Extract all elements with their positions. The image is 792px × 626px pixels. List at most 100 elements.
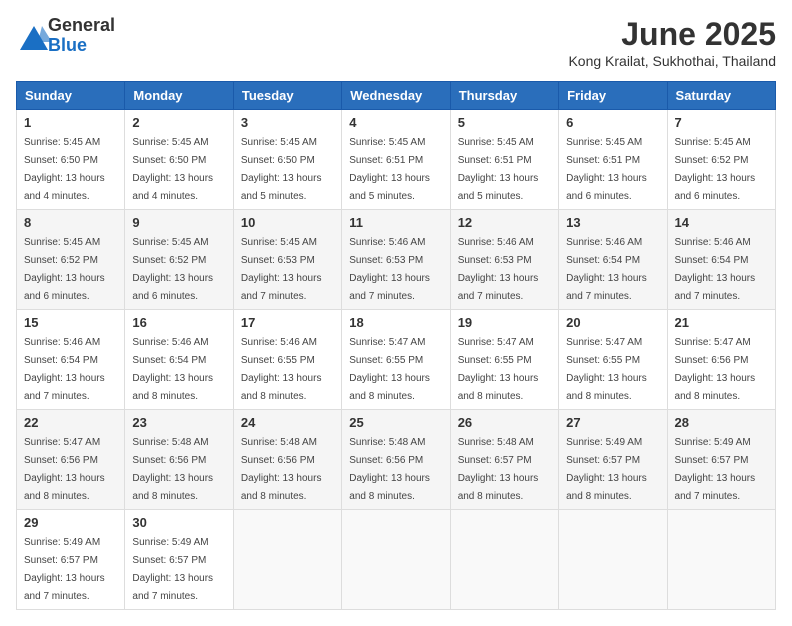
table-row: 20 Sunrise: 5:47 AMSunset: 6:55 PMDaylig… [559, 310, 667, 410]
day-number: 20 [566, 315, 659, 330]
day-number: 7 [675, 115, 768, 130]
col-tuesday: Tuesday [233, 82, 341, 110]
day-number: 11 [349, 215, 442, 230]
table-row: 12 Sunrise: 5:46 AMSunset: 6:53 PMDaylig… [450, 210, 558, 310]
logo: General Blue [16, 16, 115, 56]
table-row: 21 Sunrise: 5:47 AMSunset: 6:56 PMDaylig… [667, 310, 775, 410]
day-info: Sunrise: 5:46 AMSunset: 6:53 PMDaylight:… [458, 237, 539, 302]
day-number: 9 [132, 215, 225, 230]
col-monday: Monday [125, 82, 233, 110]
day-number: 22 [24, 415, 117, 430]
col-sunday: Sunday [17, 82, 125, 110]
table-row: 28 Sunrise: 5:49 AMSunset: 6:57 PMDaylig… [667, 410, 775, 510]
col-friday: Friday [559, 82, 667, 110]
day-number: 28 [675, 415, 768, 430]
table-row: 17 Sunrise: 5:46 AMSunset: 6:55 PMDaylig… [233, 310, 341, 410]
day-info: Sunrise: 5:49 AMSunset: 6:57 PMDaylight:… [132, 537, 213, 602]
day-info: Sunrise: 5:47 AMSunset: 6:56 PMDaylight:… [24, 437, 105, 502]
table-row: 18 Sunrise: 5:47 AMSunset: 6:55 PMDaylig… [342, 310, 450, 410]
location-title: Kong Krailat, Sukhothai, Thailand [568, 53, 776, 69]
day-info: Sunrise: 5:45 AMSunset: 6:51 PMDaylight:… [566, 137, 647, 202]
calendar-week-3: 15 Sunrise: 5:46 AMSunset: 6:54 PMDaylig… [17, 310, 776, 410]
table-row: 14 Sunrise: 5:46 AMSunset: 6:54 PMDaylig… [667, 210, 775, 310]
day-info: Sunrise: 5:48 AMSunset: 6:57 PMDaylight:… [458, 437, 539, 502]
day-number: 14 [675, 215, 768, 230]
day-info: Sunrise: 5:46 AMSunset: 6:54 PMDaylight:… [566, 237, 647, 302]
day-number: 19 [458, 315, 551, 330]
table-row [559, 510, 667, 610]
day-info: Sunrise: 5:45 AMSunset: 6:52 PMDaylight:… [675, 137, 756, 202]
day-number: 3 [241, 115, 334, 130]
table-row: 4 Sunrise: 5:45 AMSunset: 6:51 PMDayligh… [342, 110, 450, 210]
day-number: 15 [24, 315, 117, 330]
logo-blue-text: Blue [48, 36, 115, 56]
day-info: Sunrise: 5:46 AMSunset: 6:54 PMDaylight:… [675, 237, 756, 302]
day-number: 26 [458, 415, 551, 430]
logo-icon [16, 22, 44, 50]
table-row: 13 Sunrise: 5:46 AMSunset: 6:54 PMDaylig… [559, 210, 667, 310]
table-row: 16 Sunrise: 5:46 AMSunset: 6:54 PMDaylig… [125, 310, 233, 410]
table-row: 27 Sunrise: 5:49 AMSunset: 6:57 PMDaylig… [559, 410, 667, 510]
day-info: Sunrise: 5:46 AMSunset: 6:55 PMDaylight:… [241, 337, 322, 402]
calendar-table: Sunday Monday Tuesday Wednesday Thursday… [16, 81, 776, 610]
day-number: 24 [241, 415, 334, 430]
table-row: 8 Sunrise: 5:45 AMSunset: 6:52 PMDayligh… [17, 210, 125, 310]
day-number: 30 [132, 515, 225, 530]
day-info: Sunrise: 5:46 AMSunset: 6:53 PMDaylight:… [349, 237, 430, 302]
day-info: Sunrise: 5:46 AMSunset: 6:54 PMDaylight:… [24, 337, 105, 402]
calendar-header-row: Sunday Monday Tuesday Wednesday Thursday… [17, 82, 776, 110]
day-number: 6 [566, 115, 659, 130]
day-number: 21 [675, 315, 768, 330]
calendar-week-4: 22 Sunrise: 5:47 AMSunset: 6:56 PMDaylig… [17, 410, 776, 510]
day-info: Sunrise: 5:48 AMSunset: 6:56 PMDaylight:… [241, 437, 322, 502]
day-number: 23 [132, 415, 225, 430]
day-number: 1 [24, 115, 117, 130]
table-row [233, 510, 341, 610]
day-number: 18 [349, 315, 442, 330]
table-row: 6 Sunrise: 5:45 AMSunset: 6:51 PMDayligh… [559, 110, 667, 210]
day-number: 17 [241, 315, 334, 330]
table-row: 2 Sunrise: 5:45 AMSunset: 6:50 PMDayligh… [125, 110, 233, 210]
col-wednesday: Wednesday [342, 82, 450, 110]
table-row: 11 Sunrise: 5:46 AMSunset: 6:53 PMDaylig… [342, 210, 450, 310]
table-row: 22 Sunrise: 5:47 AMSunset: 6:56 PMDaylig… [17, 410, 125, 510]
day-info: Sunrise: 5:47 AMSunset: 6:55 PMDaylight:… [566, 337, 647, 402]
table-row: 15 Sunrise: 5:46 AMSunset: 6:54 PMDaylig… [17, 310, 125, 410]
day-info: Sunrise: 5:49 AMSunset: 6:57 PMDaylight:… [24, 537, 105, 602]
day-info: Sunrise: 5:45 AMSunset: 6:50 PMDaylight:… [241, 137, 322, 202]
logo-general-text: General [48, 16, 115, 36]
header: General Blue June 2025 Kong Krailat, Suk… [16, 16, 776, 69]
table-row: 24 Sunrise: 5:48 AMSunset: 6:56 PMDaylig… [233, 410, 341, 510]
day-number: 5 [458, 115, 551, 130]
table-row: 9 Sunrise: 5:45 AMSunset: 6:52 PMDayligh… [125, 210, 233, 310]
table-row: 25 Sunrise: 5:48 AMSunset: 6:56 PMDaylig… [342, 410, 450, 510]
col-thursday: Thursday [450, 82, 558, 110]
day-info: Sunrise: 5:49 AMSunset: 6:57 PMDaylight:… [566, 437, 647, 502]
table-row: 7 Sunrise: 5:45 AMSunset: 6:52 PMDayligh… [667, 110, 775, 210]
day-number: 8 [24, 215, 117, 230]
table-row: 1 Sunrise: 5:45 AMSunset: 6:50 PMDayligh… [17, 110, 125, 210]
day-info: Sunrise: 5:45 AMSunset: 6:52 PMDaylight:… [24, 237, 105, 302]
table-row: 3 Sunrise: 5:45 AMSunset: 6:50 PMDayligh… [233, 110, 341, 210]
day-info: Sunrise: 5:47 AMSunset: 6:55 PMDaylight:… [349, 337, 430, 402]
table-row: 23 Sunrise: 5:48 AMSunset: 6:56 PMDaylig… [125, 410, 233, 510]
page-container: General Blue June 2025 Kong Krailat, Suk… [16, 16, 776, 610]
calendar-week-5: 29 Sunrise: 5:49 AMSunset: 6:57 PMDaylig… [17, 510, 776, 610]
day-number: 13 [566, 215, 659, 230]
day-number: 4 [349, 115, 442, 130]
day-info: Sunrise: 5:46 AMSunset: 6:54 PMDaylight:… [132, 337, 213, 402]
month-title: June 2025 [568, 16, 776, 53]
day-number: 16 [132, 315, 225, 330]
table-row: 5 Sunrise: 5:45 AMSunset: 6:51 PMDayligh… [450, 110, 558, 210]
day-info: Sunrise: 5:45 AMSunset: 6:51 PMDaylight:… [349, 137, 430, 202]
table-row: 10 Sunrise: 5:45 AMSunset: 6:53 PMDaylig… [233, 210, 341, 310]
table-row [450, 510, 558, 610]
logo-text: General Blue [48, 16, 115, 56]
day-number: 25 [349, 415, 442, 430]
title-area: June 2025 Kong Krailat, Sukhothai, Thail… [568, 16, 776, 69]
day-info: Sunrise: 5:48 AMSunset: 6:56 PMDaylight:… [132, 437, 213, 502]
calendar-week-2: 8 Sunrise: 5:45 AMSunset: 6:52 PMDayligh… [17, 210, 776, 310]
col-saturday: Saturday [667, 82, 775, 110]
day-info: Sunrise: 5:45 AMSunset: 6:50 PMDaylight:… [132, 137, 213, 202]
day-info: Sunrise: 5:48 AMSunset: 6:56 PMDaylight:… [349, 437, 430, 502]
